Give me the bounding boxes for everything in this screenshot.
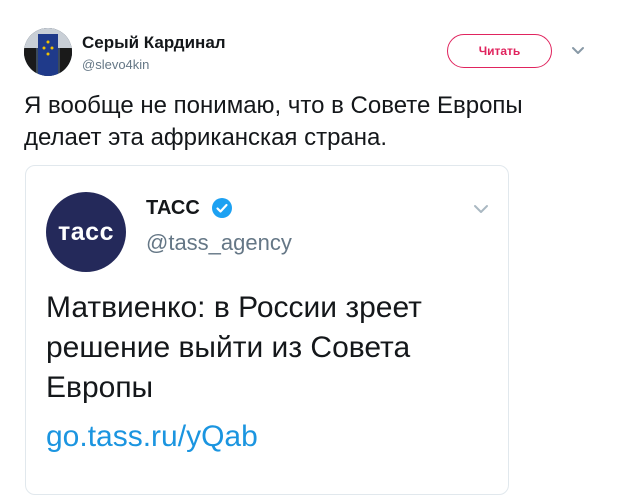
quoted-tweet-link[interactable]: go.tass.ru/yQab	[46, 417, 258, 457]
quoted-author-handle[interactable]: @tass_agency	[146, 230, 292, 256]
quoted-tweet-text: Матвиенко: в России зреет решение выйти …	[46, 291, 422, 404]
tweet-text: Я вообще не понимаю, что в Совете Европы…	[24, 92, 523, 151]
follow-button[interactable]: Читать	[447, 34, 552, 68]
tweet-author-name[interactable]: Серый Кардинал	[82, 33, 226, 53]
verified-badge-icon	[211, 197, 233, 219]
quoted-author-name[interactable]: ТАСС	[146, 197, 200, 220]
chevron-down-icon[interactable]	[570, 44, 586, 58]
tweet-author-avatar[interactable]	[24, 28, 72, 76]
tweet-author-handle[interactable]: @slevo4kin	[82, 57, 149, 72]
chevron-down-icon[interactable]	[472, 202, 490, 216]
quoted-author-avatar[interactable]: тасс	[46, 192, 126, 272]
